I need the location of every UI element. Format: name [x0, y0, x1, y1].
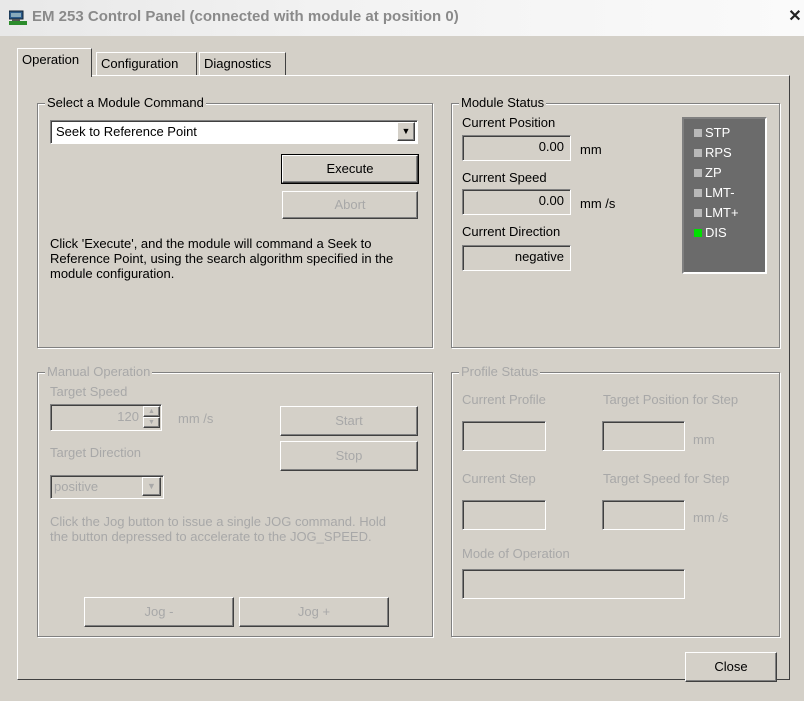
current-position-unit: mm — [580, 142, 602, 157]
command-select[interactable]: Seek to Reference Point ▼ — [50, 120, 418, 144]
led-icon — [694, 149, 702, 157]
start-button[interactable]: Start — [280, 406, 418, 436]
module-status-legend: Module Status — [459, 95, 547, 110]
mode-of-operation-label: Mode of Operation — [462, 546, 570, 561]
target-speed-unit: mm /s — [178, 411, 214, 426]
profile-status-legend: Profile Status — [459, 364, 541, 379]
indicator-zp: ZP — [694, 163, 765, 183]
current-speed-value: 0.00 — [462, 189, 571, 215]
current-position-value: 0.00 — [462, 135, 571, 161]
close-icon[interactable]: ✕ — [787, 8, 803, 26]
led-icon — [694, 209, 702, 217]
jog-minus-button[interactable]: Jog - — [84, 597, 234, 627]
target-direction-select[interactable]: positive ▼ — [50, 475, 164, 499]
current-direction-value: negative — [462, 245, 571, 271]
close-button[interactable]: Close — [685, 652, 777, 682]
current-step-field — [462, 500, 546, 530]
mode-of-operation-field — [462, 569, 685, 599]
chevron-down-icon[interactable]: ▼ — [397, 122, 415, 141]
spin-up-icon[interactable]: ▲ — [143, 406, 160, 417]
control-panel-window: EM 253 Control Panel (connected with mod… — [0, 0, 804, 701]
execute-button[interactable]: Execute — [281, 154, 419, 184]
current-speed-unit: mm /s — [580, 196, 616, 211]
current-step-label: Current Step — [462, 471, 536, 486]
target-position-label: Target Position for Step — [603, 392, 739, 407]
indicator-dis: DIS — [694, 223, 765, 243]
target-speed-step-label: Target Speed for Step — [603, 471, 730, 486]
command-description: Click 'Execute', and the module will com… — [50, 236, 394, 281]
command-group-legend: Select a Module Command — [45, 95, 206, 110]
tab-diagnostics[interactable]: Diagnostics — [199, 52, 286, 76]
indicator-stp: STP — [694, 123, 765, 143]
indicator-rps: RPS — [694, 143, 765, 163]
jog-plus-button[interactable]: Jog + — [239, 597, 389, 627]
current-direction-label: Current Direction — [462, 224, 561, 239]
led-icon — [694, 169, 702, 177]
title-bar: EM 253 Control Panel (connected with mod… — [0, 0, 804, 36]
status-indicator-panel: STP RPS ZP LMT- LMT+ DIS — [682, 117, 767, 274]
current-position-label: Current Position — [462, 115, 556, 130]
target-direction-label: Target Direction — [50, 445, 142, 460]
jog-description: Click the Jog button to issue a single J… — [50, 514, 386, 544]
indicator-lmt-plus: LMT+ — [694, 203, 765, 223]
current-profile-label: Current Profile — [462, 392, 546, 407]
target-position-unit: mm — [693, 432, 715, 447]
led-icon — [694, 229, 702, 237]
target-speed-step-unit: mm /s — [693, 510, 729, 525]
command-select-value: Seek to Reference Point — [56, 124, 197, 139]
current-speed-label: Current Speed — [462, 170, 547, 185]
stop-button[interactable]: Stop — [280, 441, 418, 471]
app-icon — [9, 10, 27, 25]
indicator-lmt-minus: LMT- — [694, 183, 765, 203]
spin-down-icon[interactable]: ▼ — [143, 417, 160, 428]
tab-operation[interactable]: Operation — [17, 48, 92, 77]
target-position-field — [602, 421, 685, 451]
target-speed-label: Target Speed — [50, 384, 128, 399]
target-speed-step-field — [602, 500, 685, 530]
target-direction-value: positive — [54, 479, 99, 494]
chevron-down-icon[interactable]: ▼ — [142, 477, 161, 496]
abort-button[interactable]: Abort — [282, 191, 418, 219]
led-icon — [694, 129, 702, 137]
tab-configuration[interactable]: Configuration — [96, 52, 197, 76]
led-icon — [694, 189, 702, 197]
window-title: EM 253 Control Panel (connected with mod… — [32, 8, 459, 25]
current-profile-field — [462, 421, 546, 451]
manual-operation-legend: Manual Operation — [45, 364, 153, 379]
